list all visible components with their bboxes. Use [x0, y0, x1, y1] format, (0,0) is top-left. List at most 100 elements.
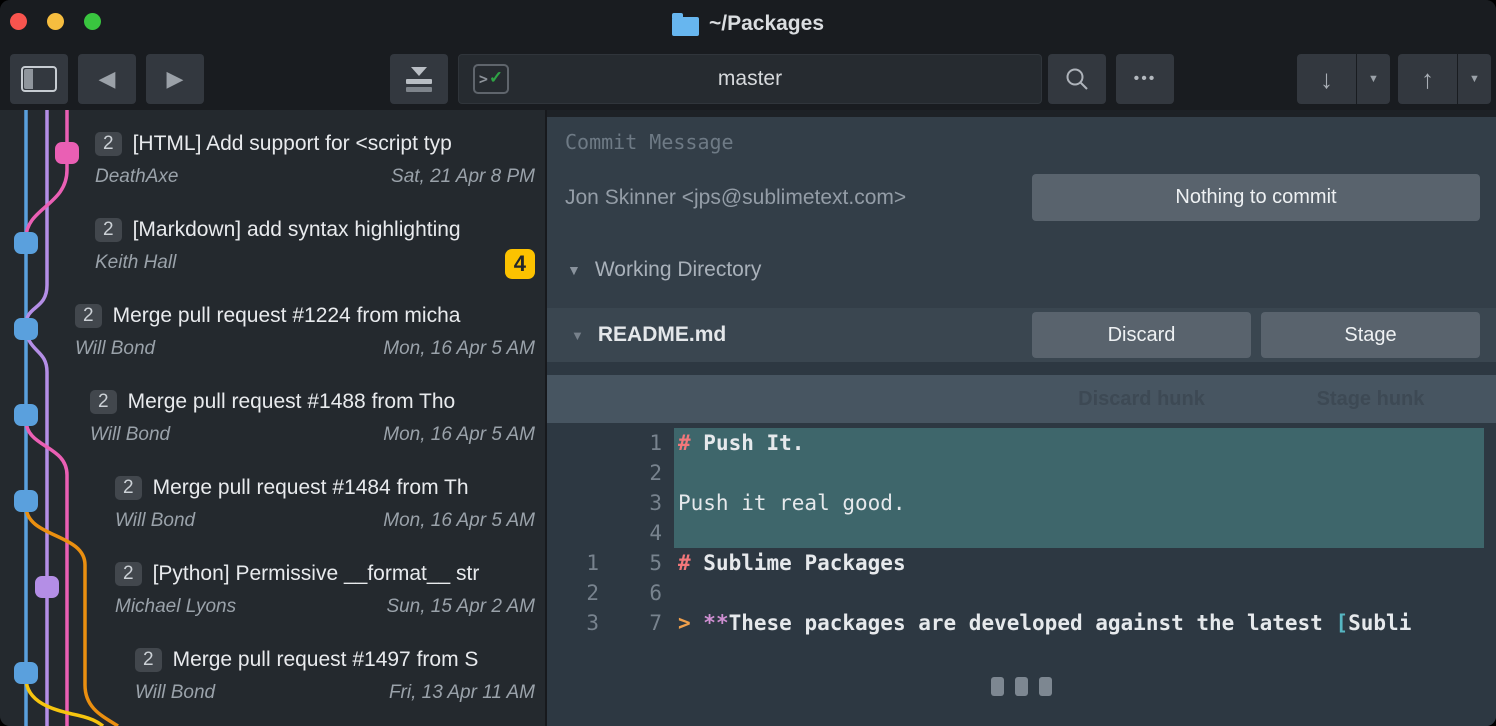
commit-title: [Python] Permissive __format__ str — [153, 562, 480, 586]
commit-date: Sat, 21 Apr 8 PM — [391, 166, 535, 188]
commit-author: Michael Lyons — [115, 596, 236, 617]
commit-row[interactable]: 2 Merge pull request #1497 from S Will B… — [0, 644, 545, 722]
diff-line[interactable]: 2 6 — [547, 578, 1496, 608]
code-text — [674, 518, 1484, 548]
commit-author: Will Bond — [115, 510, 195, 531]
commit-row[interactable]: 2 [HTML] Add support for <script typ Dea… — [0, 128, 545, 206]
new-line-number: 2 — [599, 458, 662, 488]
commit-row[interactable]: 2 Merge pull request #1484 from Th Will … — [0, 472, 545, 550]
new-line-number: 3 — [599, 488, 662, 518]
push-button[interactable]: ↑ — [1398, 54, 1457, 104]
commit-ahead-badge: 2 — [95, 218, 122, 242]
chevron-down-icon: ▼ — [1368, 73, 1379, 85]
detail-panel: Commit Message Jon Skinner <jps@sublimet… — [545, 110, 1496, 726]
check-icon: ✓ — [489, 68, 503, 88]
commit-author: Will Bond — [135, 682, 215, 703]
commit-row[interactable]: 2 Merge pull request #1488 from Tho Will… — [0, 386, 545, 464]
commit-author-identity: Jon Skinner <jps@sublimetext.com> — [565, 186, 906, 210]
commit-row[interactable]: 2 [Python] Permissive __format__ str Mic… — [0, 558, 545, 636]
commit-message-input[interactable]: Commit Message — [565, 130, 734, 154]
stage-file-button[interactable]: Stage — [1261, 312, 1480, 358]
hunk-header: Discard hunk Stage hunk — [547, 375, 1496, 423]
commit-date: Sun, 15 Apr 2 AM — [386, 596, 535, 618]
push-options-button[interactable]: ▼ — [1458, 54, 1491, 104]
panel-divider — [547, 110, 1496, 117]
branch-count-badge: 4 — [505, 249, 535, 279]
push-icon: ↑ — [1421, 64, 1434, 95]
pull-button[interactable]: ↓ — [1297, 54, 1356, 104]
commit-author: DeathAxe — [95, 166, 178, 187]
commit-ahead-badge: 2 — [95, 132, 122, 156]
toggle-sidebar-button[interactable] — [10, 54, 68, 104]
old-line-number — [547, 428, 599, 458]
diff-line[interactable]: 1 # Push It. — [547, 428, 1496, 458]
commit-title: [Markdown] add syntax highlighting — [133, 218, 461, 242]
old-line-number — [547, 518, 599, 548]
code-text: # Push It. — [674, 428, 1484, 458]
app-window: ~/Packages ◀ ▶ > ✓ master — [0, 0, 1496, 726]
sidebar-icon — [21, 66, 57, 92]
back-icon: ◀ — [99, 66, 116, 92]
commit-date: Mon, 16 Apr 5 AM — [383, 338, 535, 360]
diff-line[interactable]: 2 — [547, 458, 1496, 488]
window-title: ~/Packages — [709, 12, 824, 36]
commit-author: Keith Hall — [95, 252, 176, 273]
discard-file-button[interactable]: Discard — [1032, 312, 1251, 358]
old-line-number: 2 — [547, 578, 599, 608]
discard-hunk-button[interactable]: Discard hunk — [1032, 388, 1251, 411]
branch-field[interactable]: > ✓ master — [458, 54, 1042, 104]
commit-date: Mon, 16 Apr 5 AM — [383, 424, 535, 446]
stage-hunk-button[interactable]: Stage hunk — [1261, 388, 1480, 411]
more-options-button[interactable]: ••• — [1116, 54, 1174, 104]
toolbar: ◀ ▶ > ✓ master ••• ↓ — [0, 48, 1496, 110]
old-line-number — [547, 458, 599, 488]
diff-line[interactable]: 3 Push it real good. — [547, 488, 1496, 518]
collapse-arrow-icon[interactable]: ▼ — [571, 328, 584, 343]
new-line-number: 6 — [599, 578, 662, 608]
code-text — [674, 458, 1484, 488]
back-button[interactable]: ◀ — [78, 54, 136, 104]
push-split-button: ↑ ▼ — [1398, 54, 1491, 104]
commit-ahead-badge: 2 — [115, 476, 142, 500]
commit-title: Merge pull request #1488 from Tho — [128, 390, 456, 414]
title-bar: ~/Packages — [0, 0, 1496, 48]
dot-icon — [991, 677, 1004, 696]
commit-title: Merge pull request #1224 from micha — [113, 304, 461, 328]
collapse-arrow-icon[interactable]: ▼ — [567, 262, 581, 278]
commit-button[interactable]: Nothing to commit — [1032, 174, 1480, 221]
code-text: > **These packages are developed against… — [674, 608, 1484, 638]
commit-row[interactable]: 2 [Markdown] add syntax highlighting Kei… — [0, 214, 545, 292]
search-icon — [1064, 66, 1090, 92]
forward-button[interactable]: ▶ — [146, 54, 204, 104]
ellipsis-icon: ••• — [1134, 70, 1157, 88]
pull-options-button[interactable]: ▼ — [1357, 54, 1390, 104]
diff-line[interactable]: 1 5 # Sublime Packages — [547, 548, 1496, 578]
commit-author: Will Bond — [75, 338, 155, 359]
file-row[interactable]: ▼ README.md Discard Stage — [547, 308, 1496, 362]
jump-to-branch-button[interactable] — [390, 54, 448, 104]
folder-icon — [672, 17, 699, 36]
file-name: README.md — [598, 323, 1032, 347]
dot-icon — [1039, 677, 1052, 696]
new-line-number: 1 — [599, 428, 662, 458]
commit-author: Will Bond — [90, 424, 170, 445]
new-line-number: 5 — [599, 548, 662, 578]
old-line-number — [547, 488, 599, 518]
old-line-number: 1 — [547, 548, 599, 578]
commit-title: [HTML] Add support for <script typ — [133, 132, 452, 156]
diff-line[interactable]: 3 7 > **These packages are developed aga… — [547, 608, 1496, 638]
command-status-icon[interactable]: > ✓ — [473, 64, 509, 94]
working-directory-section[interactable]: ▼ Working Directory — [567, 258, 761, 282]
new-line-number: 4 — [599, 518, 662, 548]
search-button[interactable] — [1048, 54, 1106, 104]
commit-date: Mon, 16 Apr 5 AM — [383, 510, 535, 532]
diff-line[interactable]: 4 — [547, 518, 1496, 548]
commit-ahead-badge: 2 — [115, 562, 142, 586]
pull-split-button: ↓ ▼ — [1297, 54, 1390, 104]
working-directory-label: Working Directory — [595, 258, 761, 282]
code-text: # Sublime Packages — [674, 548, 1484, 578]
commit-row[interactable]: 2 Merge pull request #1224 from micha Wi… — [0, 300, 545, 378]
chevron-down-icon: ▼ — [1469, 73, 1480, 85]
commit-history-panel: 2 [HTML] Add support for <script typ Dea… — [0, 110, 545, 726]
commit-ahead-badge: 2 — [90, 390, 117, 414]
